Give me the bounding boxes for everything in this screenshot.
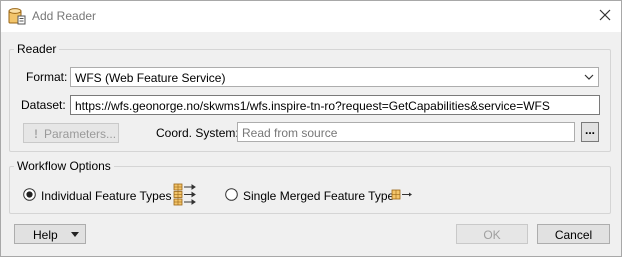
help-label: Help [33, 228, 58, 242]
parameters-button[interactable]: ! Parameters... [23, 123, 119, 143]
warning-icon: ! [34, 127, 38, 141]
multiple-feature-types-icon [173, 183, 196, 206]
radio-unselected-icon [225, 188, 238, 201]
coord-system-browse-button[interactable]: ... [581, 122, 599, 142]
chevron-down-icon [584, 74, 594, 80]
format-select[interactable]: WFS (Web Feature Service) [70, 67, 599, 87]
title-bar: Add Reader [1, 1, 621, 32]
dataset-value: https://wfs.geonorge.no/skwms1/wfs.inspi… [75, 99, 550, 113]
radio-selected-icon [23, 188, 36, 201]
format-value: WFS (Web Feature Service) [75, 71, 226, 85]
individual-feature-types-radio[interactable] [23, 188, 36, 201]
workflow-options-group: Workflow Options [9, 159, 611, 214]
single-merged-feature-type-radio[interactable] [225, 188, 238, 201]
add-reader-dialog: Add Reader Reader Format: WFS (Web Featu… [0, 0, 622, 257]
ok-button[interactable]: OK [456, 224, 528, 244]
reader-icon [8, 8, 26, 25]
workflow-legend: Workflow Options [17, 159, 111, 173]
reader-legend: Reader [17, 42, 57, 56]
cancel-button[interactable]: Cancel [537, 224, 610, 244]
parameters-label: Parameters... [44, 127, 117, 141]
cancel-label: Cancel [554, 228, 593, 242]
single-feature-type-icon [391, 189, 412, 200]
format-label: Format: [26, 70, 68, 84]
ok-label: OK [483, 228, 501, 242]
help-button[interactable]: Help [14, 224, 86, 244]
ellipsis-label: ... [584, 123, 595, 137]
dataset-label: Dataset: [21, 98, 66, 112]
window-title: Add Reader [32, 9, 97, 23]
dropdown-arrow-icon [71, 232, 79, 237]
dataset-input[interactable]: https://wfs.geonorge.no/skwms1/wfs.inspi… [70, 95, 600, 115]
coord-system-input[interactable]: Read from source [237, 122, 575, 142]
single-merged-feature-type-label[interactable]: Single Merged Feature Type [243, 189, 394, 203]
close-icon[interactable] [597, 7, 613, 23]
coord-system-placeholder: Read from source [242, 126, 338, 140]
coord-system-label: Coord. System: [156, 126, 239, 140]
individual-feature-types-label[interactable]: Individual Feature Types [41, 189, 172, 203]
